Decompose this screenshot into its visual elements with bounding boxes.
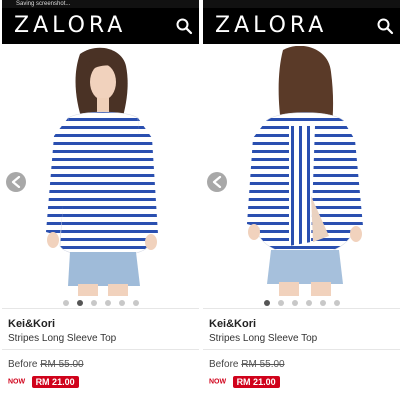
- search-icon[interactable]: [175, 17, 193, 35]
- search-icon[interactable]: [376, 17, 394, 35]
- zalora-logo[interactable]: ZALORA: [2, 8, 199, 44]
- image-pager: [203, 298, 400, 308]
- product-screen-front: Saving screenshot... ZALORA Kei&Kori Str…: [2, 0, 199, 400]
- pager-dot-active[interactable]: [76, 300, 83, 306]
- now-label: NOW: [8, 378, 26, 386]
- sale-price-row: NOW RM 21.00: [8, 373, 79, 391]
- image-pager: [2, 298, 199, 308]
- divider: [203, 349, 400, 350]
- original-price-row: Before RM 55.00: [8, 359, 84, 370]
- pager-dot-active[interactable]: [263, 300, 270, 306]
- product-brand[interactable]: Kei&Kori: [209, 318, 256, 330]
- status-text: Saving screenshot...: [16, 1, 71, 7]
- product-screen-back: ZALORA Kei&Kori Stripes Long Sleeve Top …: [203, 0, 400, 400]
- chevron-left-icon: [11, 176, 21, 188]
- previous-image-button[interactable]: [207, 172, 227, 192]
- pager-dot[interactable]: [90, 300, 97, 306]
- zalora-logo[interactable]: ZALORA: [203, 8, 400, 44]
- previous-image-button[interactable]: [6, 172, 26, 192]
- pager-dot[interactable]: [104, 300, 111, 306]
- pager-dot[interactable]: [333, 300, 340, 306]
- divider: [2, 308, 199, 309]
- pager-dot[interactable]: [305, 300, 312, 306]
- product-image-gallery[interactable]: [2, 46, 199, 296]
- sale-price-row: NOW RM 21.00: [209, 373, 280, 391]
- pager-dot[interactable]: [132, 300, 139, 306]
- before-label: Before: [8, 359, 38, 370]
- chevron-left-icon: [212, 176, 222, 188]
- status-bar: Saving screenshot...: [2, 0, 199, 8]
- pager-dot[interactable]: [62, 300, 69, 306]
- product-photo-back: [203, 46, 400, 296]
- divider: [2, 349, 199, 350]
- pager-dot[interactable]: [277, 300, 284, 306]
- app-header: ZALORA: [203, 8, 400, 44]
- before-label: Before: [209, 359, 239, 370]
- product-image-gallery[interactable]: [203, 46, 400, 296]
- app-header: ZALORA: [2, 8, 199, 44]
- product-title: Stripes Long Sleeve Top: [8, 333, 117, 344]
- status-bar: [203, 0, 400, 8]
- pager-dot[interactable]: [319, 300, 326, 306]
- now-label: NOW: [209, 378, 227, 386]
- original-price: RM 55.00: [241, 359, 285, 370]
- original-price-row: Before RM 55.00: [209, 359, 285, 370]
- sale-price: RM 21.00: [31, 375, 79, 388]
- product-title: Stripes Long Sleeve Top: [209, 333, 318, 344]
- pager-dot[interactable]: [291, 300, 298, 306]
- product-brand[interactable]: Kei&Kori: [8, 318, 55, 330]
- pager-dot[interactable]: [118, 300, 125, 306]
- original-price: RM 55.00: [40, 359, 84, 370]
- divider: [203, 308, 400, 309]
- sale-price: RM 21.00: [232, 375, 280, 388]
- product-photo-front: [2, 46, 199, 296]
